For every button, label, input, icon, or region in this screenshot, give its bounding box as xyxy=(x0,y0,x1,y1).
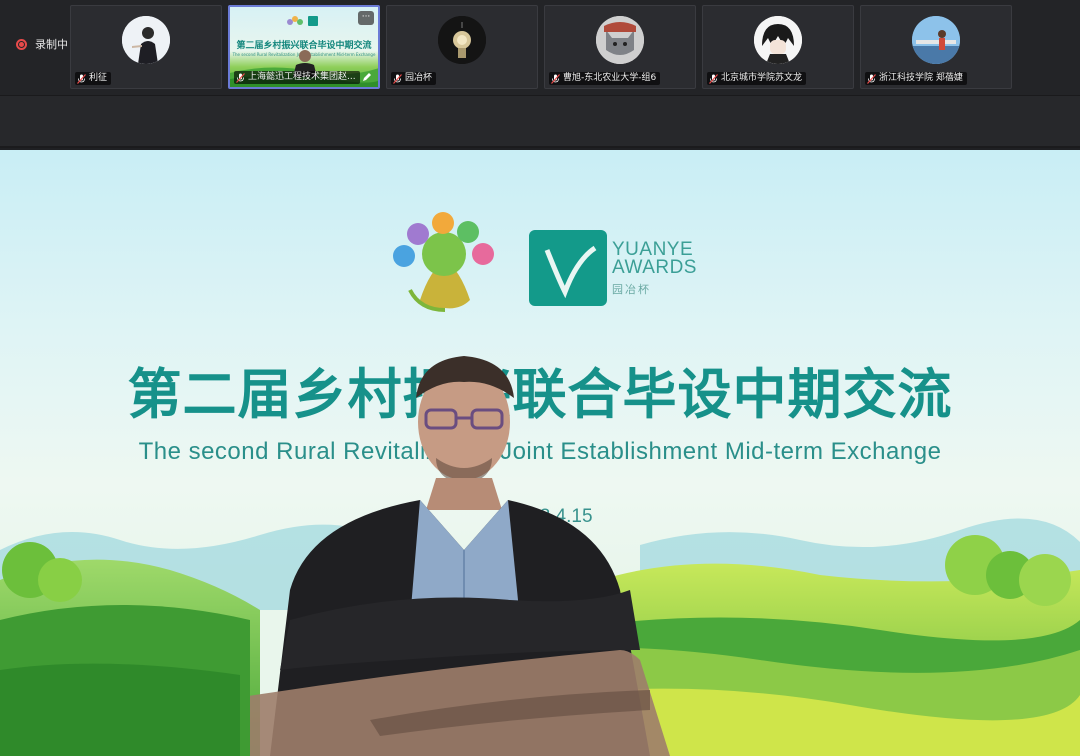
participant-name: 曹旭-东北农业大学-组6 xyxy=(549,72,661,85)
avatar xyxy=(596,16,644,64)
participant-tile-2[interactable]: 第二届乡村振兴联合毕设中期交流 The second Rural Revital… xyxy=(228,5,380,89)
participant-tile-3[interactable]: 园冶杯 xyxy=(386,5,538,89)
mic-muted-icon xyxy=(393,73,402,84)
tile-menu-button[interactable]: ··· xyxy=(358,11,374,25)
participant-tile-1[interactable]: 利征 xyxy=(70,5,222,89)
participant-name: 园冶杯 xyxy=(391,72,437,85)
participant-tile-6[interactable]: 浙江科技学院 郑蓓婕 xyxy=(860,5,1012,89)
mic-muted-icon xyxy=(867,73,876,84)
meeting-window: 录制中 利征 第二届乡村振兴联合毕设中期交流 The second Rural … xyxy=(0,0,1080,756)
toolbar-band xyxy=(0,96,1080,148)
main-video[interactable]: YUANYE AWARDS 园冶杯 第二届乡村振兴联合毕设中期交流 The se… xyxy=(0,150,1080,756)
participant-name: 浙江科技学院 郑蓓婕 xyxy=(865,72,967,85)
mic-muted-icon xyxy=(709,73,718,84)
pencil-icon xyxy=(363,73,371,81)
participant-tile-4[interactable]: 曹旭-东北农业大学-组6 xyxy=(544,5,696,89)
brand-chinese-name: 园冶杯 xyxy=(612,283,651,296)
mic-muted-icon xyxy=(236,72,245,83)
mic-muted-icon xyxy=(551,73,560,84)
event-logo xyxy=(393,212,494,312)
record-icon xyxy=(16,38,27,50)
participant-name: 上海懿迅工程技术集团赵... xyxy=(234,71,360,84)
participant-tile-5[interactable]: 北京城市学院苏文龙 xyxy=(702,5,854,89)
recording-label: 录制中 xyxy=(35,38,68,51)
avatar xyxy=(754,16,802,64)
brand-name: YUANYE AWARDS xyxy=(612,239,697,278)
mic-muted-icon xyxy=(77,73,86,84)
participant-name: 利征 xyxy=(75,72,112,85)
participant-name: 北京城市学院苏文龙 xyxy=(707,72,807,85)
participant-strip: 录制中 利征 第二届乡村振兴联合毕设中期交流 The second Rural … xyxy=(0,0,1080,96)
avatar xyxy=(912,16,960,64)
brand-logo xyxy=(529,230,607,306)
avatar xyxy=(438,16,486,64)
recording-indicator[interactable]: 录制中 xyxy=(16,36,68,52)
presenter-video xyxy=(250,356,670,756)
avatar xyxy=(122,16,170,64)
